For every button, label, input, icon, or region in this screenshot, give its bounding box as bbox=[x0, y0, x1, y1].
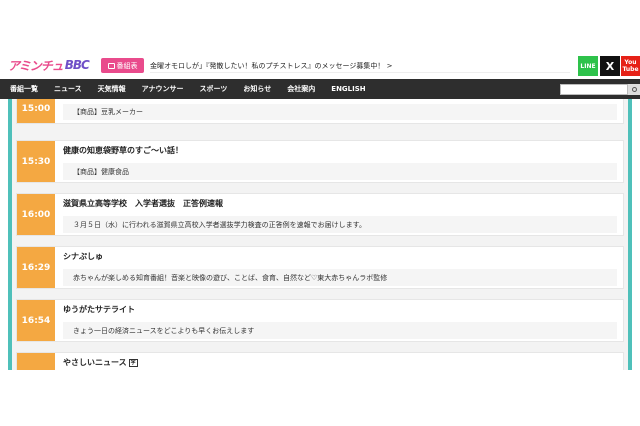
subtitle-badge-icon: 字 bbox=[128, 358, 138, 367]
nav-item-weather[interactable]: 天気情報 bbox=[98, 84, 126, 94]
nav-item-announcers[interactable]: アナウンサー bbox=[142, 84, 184, 94]
nav-item-company[interactable]: 会社案内 bbox=[287, 84, 315, 94]
schedule-title: 健康の知恵袋野草のすご～い話！ bbox=[63, 146, 183, 155]
schedule-description: 【商品】健康食品 bbox=[63, 163, 617, 180]
schedule-item[interactable]: 15:00 【商品】豆乳メーカー bbox=[16, 99, 624, 124]
search-input[interactable] bbox=[560, 84, 628, 95]
schedule-list[interactable]: 15:00 【商品】豆乳メーカー 15:30 健康の知恵袋野草のすご～い話！ 【… bbox=[12, 99, 628, 370]
schedule-description: 赤ちゃんが楽しめる知育番組！音楽と映像の遊び、ことば、食育、自然など♡東大赤ちゃ… bbox=[63, 269, 617, 286]
nav-item-notices[interactable]: お知らせ bbox=[243, 84, 271, 94]
schedule-item[interactable]: 15:30 健康の知恵袋野草のすご～い話！ 【商品】健康食品 bbox=[16, 140, 624, 183]
schedule-time bbox=[17, 353, 55, 370]
line-icon[interactable]: LINE bbox=[578, 56, 598, 76]
search-icon bbox=[631, 87, 637, 92]
schedule-title-text: やさしいニュース bbox=[63, 358, 127, 367]
schedule-title: 滋賀県立高等学校 入学者選抜 正答例速報 bbox=[63, 199, 223, 208]
news-ticker[interactable]: 金曜オモロしが」『発散したい！私のプチストレス』のメッセージ募集中！ > bbox=[150, 59, 570, 73]
search-button[interactable] bbox=[628, 84, 640, 95]
schedule-time: 16:54 bbox=[17, 300, 55, 341]
schedule-item[interactable]: 16:54 ゆうがたサテライト きょう一日の経済ニュースをどこよりも早くお伝えし… bbox=[16, 299, 624, 342]
youtube-icon[interactable]: You Tube bbox=[621, 56, 640, 76]
logo-text-part1: アミンチュ bbox=[8, 58, 64, 73]
x-icon[interactable]: X bbox=[600, 56, 620, 76]
schedule-time: 16:29 bbox=[17, 247, 55, 288]
nav-item-sports[interactable]: スポーツ bbox=[200, 84, 228, 94]
main-nav: 番組一覧 ニュース 天気情報 アナウンサー スポーツ お知らせ 会社案内 ENG… bbox=[0, 79, 640, 99]
nav-item-programs[interactable]: 番組一覧 bbox=[10, 84, 38, 94]
schedule-title: ゆうがたサテライト bbox=[63, 305, 135, 314]
schedule-description: 【商品】豆乳メーカー bbox=[63, 104, 617, 120]
schedule-title: やさしいニュース字 bbox=[63, 357, 138, 368]
program-guide-button[interactable]: 番組表 bbox=[101, 58, 144, 73]
program-guide-label: 番組表 bbox=[116, 61, 138, 70]
schedule-description: ３月５日（水）に行われる滋賀県立高校入学者選抜学力検査の正答例を速報でお届けしま… bbox=[63, 216, 617, 233]
nav-item-english[interactable]: ENGLISH bbox=[331, 85, 365, 93]
schedule-description: きょう一日の経済ニュースをどこよりも早くお伝えします bbox=[63, 322, 617, 339]
schedule-item[interactable]: 16:00 滋賀県立高等学校 入学者選抜 正答例速報 ３月５日（水）に行われる滋… bbox=[16, 193, 624, 236]
site-logo[interactable]: アミンチュ BBC bbox=[8, 56, 90, 74]
schedule-time: 15:00 bbox=[17, 99, 55, 123]
tv-icon bbox=[107, 62, 115, 69]
schedule-title: シナぷしゅ bbox=[63, 252, 103, 261]
nav-item-news[interactable]: ニュース bbox=[54, 84, 82, 94]
schedule-item[interactable]: 16:29 シナぷしゅ 赤ちゃんが楽しめる知育番組！音楽と映像の遊び、ことば、食… bbox=[16, 246, 624, 289]
schedule-time: 16:00 bbox=[17, 194, 55, 235]
youtube-label-2: Tube bbox=[622, 66, 639, 73]
schedule-item[interactable]: やさしいニュース字 bbox=[16, 352, 624, 370]
logo-text-part2: BBC bbox=[64, 58, 90, 72]
youtube-label-1: You bbox=[624, 59, 637, 66]
schedule-time: 15:30 bbox=[17, 141, 55, 182]
schedule-frame: 15:00 【商品】豆乳メーカー 15:30 健康の知恵袋野草のすご～い話！ 【… bbox=[8, 99, 632, 370]
site-header: アミンチュ BBC 番組表 金曜オモロしが」『発散したい！私のプチストレス』のメ… bbox=[0, 56, 640, 78]
